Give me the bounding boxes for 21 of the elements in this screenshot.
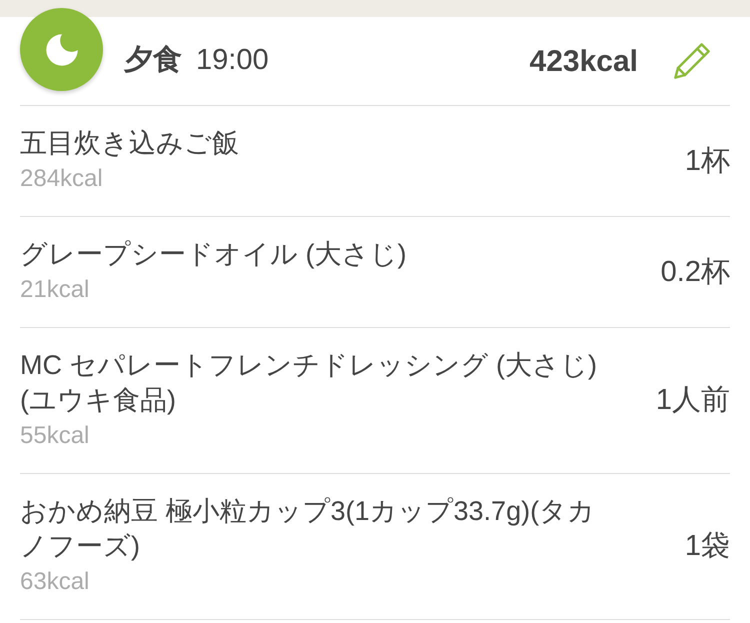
food-name: おかめ納豆 極小粒カップ3(1カップ33.7g)(タカノフーズ)	[20, 495, 596, 563]
food-amount: 1杯	[684, 144, 730, 178]
food-amount: 0.2杯	[660, 254, 730, 290]
meal-name: 夕食	[124, 43, 182, 78]
food-name: MC セパレートフレンチドレッシング (大さじ)(ユウキ食品)	[20, 349, 598, 417]
meal-total-calories: 423kcal	[530, 44, 638, 80]
food-name: 五目炊き込みご飯	[20, 127, 240, 160]
food-amount: 1人前	[656, 383, 730, 418]
meal-time: 19:00	[196, 43, 269, 78]
food-calories: 284kcal	[20, 164, 104, 194]
food-calories: 55kcal	[20, 421, 90, 451]
food-calories: 21kcal	[20, 275, 90, 305]
food-name: グレープシードオイル (大さじ)	[20, 238, 408, 271]
food-row[interactable]: グレープシードオイル (大さじ) 21kcal 0.2杯	[20, 217, 730, 328]
food-row[interactable]: おかめ納豆 極小粒カップ3(1カップ33.7g)(タカノフーズ) 63kcal 1袋	[20, 474, 730, 620]
food-calories: 63kcal	[20, 567, 90, 597]
food-row[interactable]: MC セパレートフレンチドレッシング (大さじ)(ユウキ食品) 55kcal 1人前	[20, 328, 730, 474]
moon-icon	[20, 8, 103, 91]
food-amount: 1袋	[684, 529, 730, 564]
food-row[interactable]: 五目炊き込みご飯 284kcal 1杯	[20, 106, 730, 217]
pencil-icon	[671, 40, 713, 82]
